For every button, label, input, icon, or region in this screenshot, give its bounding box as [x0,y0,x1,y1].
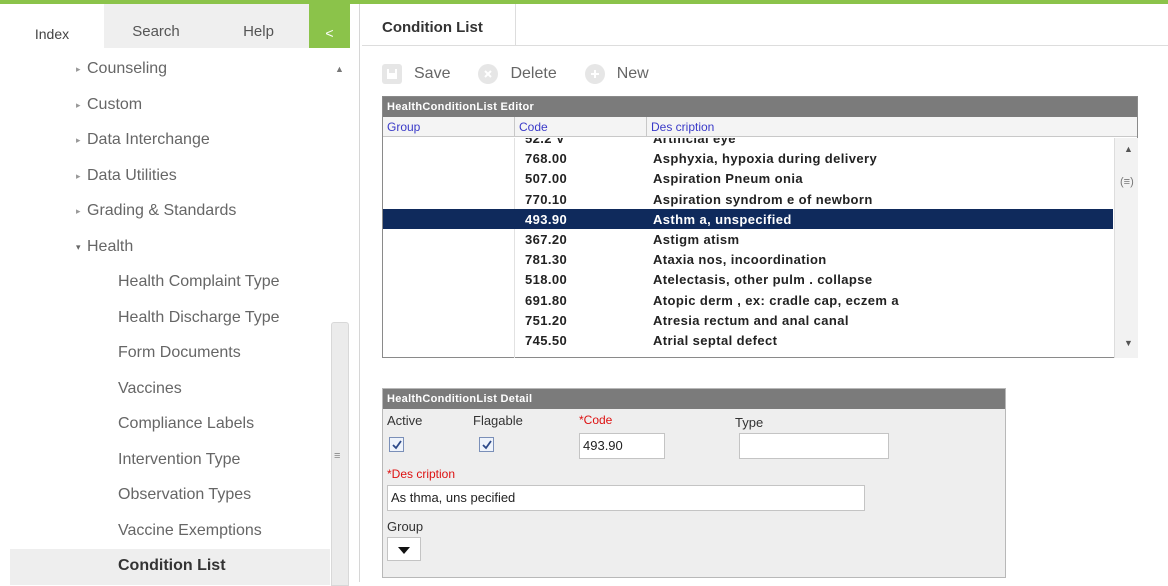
triangle-right-icon: ▸ [76,64,81,74]
tab-condition-list[interactable]: Condition List [362,4,516,46]
sidebar-item-health[interactable]: ▾ Health [0,230,330,266]
scroll-up-arrow-icon[interactable]: ▲ [1124,144,1133,154]
checkmark-icon [392,440,402,450]
editor-rows: 52.2 V Artificial eye 768.00 Asphyxia, hyp… [383,138,1113,358]
editor-column-header: Group Code Des cription [383,117,1137,137]
sidebar-item-observation-types[interactable]: Observation Types [0,478,330,514]
table-row[interactable]: 367.20 Astigm atism [383,229,1113,249]
main-panel: Condition List Save Delete New HealthCon… [362,4,1168,582]
column-separator [514,117,515,137]
column-header-code[interactable]: Code [519,120,548,134]
sidebar-item-counseling[interactable]: ▸ Counseling [0,52,330,88]
table-row[interactable]: 52.2 V Artificial eye [383,138,1113,148]
sidebar: Index Search Help < ▸ Counseling ▸ Custom … [0,4,360,586]
collapse-sidebar-button[interactable]: < [309,4,350,48]
column-header-group[interactable]: Group [387,120,420,134]
group-select[interactable] [387,537,421,561]
table-row[interactable]: 691.80 Atopic derm , ex: cradle cap, ecze… [383,290,1113,310]
page-title: Condition List [382,19,483,36]
tab-divider [516,45,1168,46]
sidebar-item-grading-standards[interactable]: ▸ Grading & Standards [0,194,330,230]
active-checkbox[interactable] [389,437,404,452]
table-row[interactable]: 745.50 Atrial septal defect [383,330,1113,350]
triangle-right-icon: ▸ [76,170,81,181]
editor-scrollbar[interactable]: ▲ (≡) ▼ [1114,138,1138,358]
table-row[interactable]: 507.00 Aspiration Pneum onia [383,168,1113,188]
sidebar-item-form-documents[interactable]: Form Documents [0,336,330,372]
description-input[interactable]: As thma, uns pecified [387,485,865,511]
type-input[interactable] [739,433,889,459]
table-row[interactable]: 751.20 Atresia rectum and anal canal [383,310,1113,330]
table-row[interactable]: 781.30 Ataxia nos, incoordination [383,249,1113,269]
tab-help[interactable]: Help [208,4,309,48]
new-button[interactable]: New [584,64,649,84]
chevron-down-icon [398,547,410,554]
checkmark-icon [482,440,492,450]
sidebar-item-health-discharge-type[interactable]: Health Discharge Type [0,301,330,337]
sidebar-tabs: Index Search Help < [0,4,350,48]
tab-index[interactable]: Index [0,4,104,48]
navigation-tree: ▸ Counseling ▸ Custom ▸ Data Interchange ▸ D… [0,52,330,585]
editor-title: HealthConditionList Editor [383,97,1137,117]
delete-button[interactable]: Delete [478,64,557,84]
triangle-right-icon: ▸ [76,99,81,110]
table-row-selected[interactable]: 493.90 Asthm a, unspecified [383,208,1113,229]
flagable-checkbox[interactable] [479,437,494,452]
toolbar: Save Delete New [382,62,677,86]
triangle-right-icon: ▸ [76,206,81,216]
delete-icon [478,64,499,84]
table-row[interactable]: 518.00 Atelectasis, other pulm . collapse [383,269,1113,289]
sidebar-item-health-complaint-type[interactable]: Health Complaint Type [0,265,330,301]
sidebar-item-condition-list[interactable]: Condition List [10,549,330,585]
table-row[interactable]: 770.10 Aspiration syndrom e of newborn [383,189,1113,209]
tab-search[interactable]: Search [104,4,208,48]
type-label: Type [735,415,764,430]
sidebar-item-custom[interactable]: ▸ Custom [0,88,330,124]
save-button[interactable]: Save [382,64,450,84]
flagable-label: Flagable [473,413,523,428]
scroll-grip-icon: ≡ [334,450,341,462]
description-label: *Des cription [387,467,456,481]
scroll-down-arrow-icon[interactable]: ▼ [1124,338,1133,348]
detail-title: HealthConditionList Detail [383,389,1005,409]
scroll-up-arrow-icon[interactable]: ▲ [335,64,344,74]
plus-icon [584,64,605,84]
column-separator [646,117,647,137]
triangle-right-icon: ▸ [76,135,81,145]
group-label: Group [387,519,424,534]
sidebar-item-compliance-labels[interactable]: Compliance Labels [0,407,330,443]
sidebar-item-vaccines[interactable]: Vaccines [0,372,330,408]
active-label: Active [387,413,423,428]
sidebar-item-data-interchange[interactable]: ▸ Data Interchange [0,123,330,159]
scroll-grip-icon[interactable]: (≡) [1120,176,1134,188]
sidebar-item-data-utilities[interactable]: ▸ Data Utilities [0,159,330,195]
sidebar-item-vaccine-exemptions[interactable]: Vaccine Exemptions [0,514,330,550]
triangle-down-icon: ▾ [76,241,81,252]
save-icon [382,64,402,84]
condition-list-editor: HealthConditionList Editor Group Code De… [382,96,1138,358]
code-input[interactable]: 493.90 [579,433,665,459]
table-row[interactable]: 768.00 Asphyxia, hypoxia during delivery [383,148,1113,168]
code-label: *Code [579,413,613,427]
sidebar-item-intervention-type[interactable]: Intervention Type [0,443,330,479]
column-header-description[interactable]: Des cription [651,120,714,134]
condition-list-detail: HealthConditionList Detail Active Flagab… [382,388,1006,578]
